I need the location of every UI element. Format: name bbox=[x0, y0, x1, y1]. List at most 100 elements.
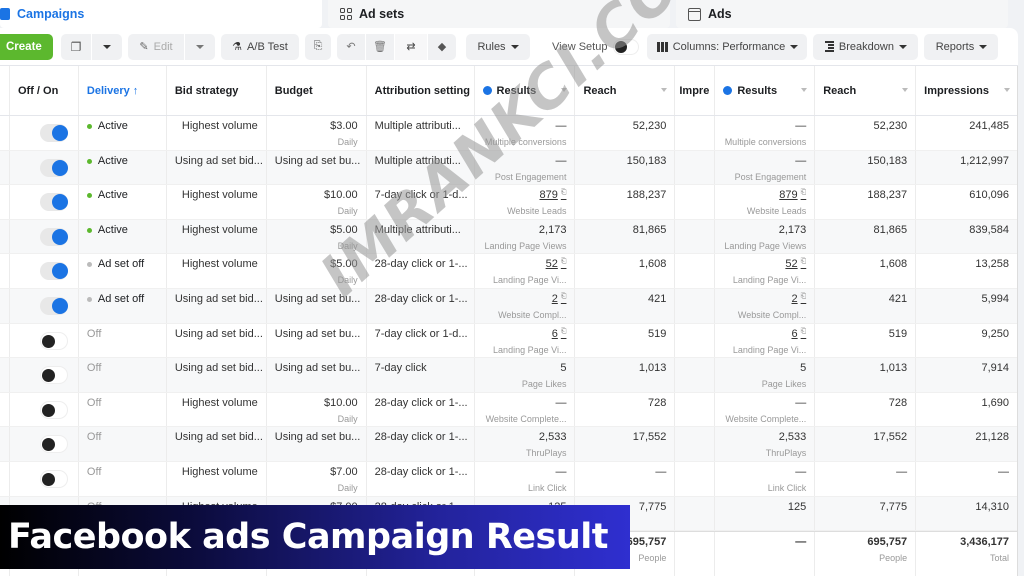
budget-cell[interactable]: $3.00 Daily bbox=[267, 116, 367, 150]
results-value[interactable]: 879 ⎗ bbox=[483, 189, 566, 201]
sort-caret-icon[interactable] bbox=[661, 88, 668, 92]
results-cell: 2,173 Landing Page Views bbox=[475, 219, 576, 254]
results-cell-2[interactable]: 52 ⎗ Landing Page Vi... bbox=[715, 254, 816, 288]
duplicate-button[interactable]: ❐ bbox=[61, 33, 91, 60]
budget-cell[interactable]: $7.00 Daily bbox=[267, 461, 367, 496]
tab-ad-sets[interactable]: Ad sets bbox=[328, 0, 670, 28]
col-header-impressions[interactable]: Impressions bbox=[916, 66, 1017, 115]
table-row[interactable]: Off Using ad set bid... Using ad set bu.… bbox=[0, 358, 1017, 393]
budget-cell[interactable]: Using ad set bu... bbox=[267, 150, 367, 185]
results-value-2[interactable]: 879 ⎗ bbox=[723, 189, 806, 201]
table-row[interactable]: Active Using ad set bid... Using ad set … bbox=[0, 150, 1017, 186]
budget-cell[interactable]: Using ad set bu... bbox=[267, 323, 367, 358]
delete-button[interactable]: 🗑 bbox=[366, 33, 394, 60]
row-checkbox[interactable] bbox=[0, 288, 10, 323]
results-cell[interactable]: 52 ⎗ Landing Page Vi... bbox=[475, 254, 576, 288]
col-header-impressions-partial[interactable]: Impre bbox=[675, 66, 716, 115]
row-checkbox[interactable] bbox=[0, 185, 10, 219]
create-button[interactable]: Create bbox=[0, 33, 53, 60]
edit-dropdown-button[interactable] bbox=[185, 33, 215, 60]
col-header-toggle[interactable]: Off / On bbox=[10, 66, 79, 115]
budget-cell[interactable]: Using ad set bu... bbox=[267, 427, 367, 461]
clipboard-button[interactable]: ⎘ bbox=[305, 33, 331, 60]
col-header-reach[interactable]: Reach bbox=[575, 66, 676, 115]
on-off-toggle[interactable] bbox=[39, 158, 68, 177]
results-cell[interactable]: 879 ⎗ Website Leads bbox=[475, 185, 576, 219]
view-setup-toggle[interactable] bbox=[613, 38, 640, 55]
budget-cell[interactable]: $10.00 Daily bbox=[267, 392, 367, 427]
col-header-bid-strategy[interactable]: Bid strategy bbox=[167, 66, 267, 115]
budget-cell[interactable]: Using ad set bu... bbox=[267, 358, 367, 392]
budget-cell[interactable]: $5.00 Daily bbox=[267, 254, 367, 288]
row-checkbox[interactable] bbox=[0, 323, 10, 358]
table-row[interactable]: Off Highest volume $10.00 Daily 28-day cl… bbox=[0, 392, 1017, 428]
results-cell-2[interactable]: 6 ⎗ Landing Page Vi... bbox=[715, 323, 816, 358]
on-off-toggle[interactable] bbox=[39, 193, 68, 212]
tab-ads[interactable]: Ads bbox=[676, 0, 1008, 28]
row-checkbox[interactable] bbox=[0, 461, 10, 496]
tab-campaigns[interactable]: Campaigns bbox=[0, 0, 322, 28]
col-header-delivery[interactable]: Delivery ↑ bbox=[79, 66, 167, 115]
results-cell-2[interactable]: 2 ⎗ Website Compl... bbox=[715, 288, 816, 323]
results-value[interactable]: 52 ⎗ bbox=[483, 258, 567, 270]
results-value-2[interactable]: 6 ⎗ bbox=[723, 328, 807, 340]
on-off-toggle[interactable] bbox=[39, 400, 68, 419]
row-checkbox[interactable] bbox=[0, 150, 10, 185]
breakdown-button[interactable]: Breakdown bbox=[813, 33, 919, 60]
status-text: Off bbox=[86, 431, 102, 444]
results-value[interactable]: 2 ⎗ bbox=[483, 293, 567, 305]
on-off-toggle[interactable] bbox=[39, 469, 68, 488]
col-header-budget[interactable]: Budget bbox=[267, 66, 367, 115]
on-off-toggle[interactable] bbox=[39, 262, 68, 281]
on-off-toggle[interactable] bbox=[39, 124, 68, 142]
sort-caret-icon[interactable] bbox=[801, 88, 808, 92]
sort-caret-icon[interactable] bbox=[1004, 88, 1011, 92]
table-row[interactable]: Ad set off Using ad set bid... Using ad … bbox=[0, 288, 1017, 324]
budget-cell[interactable]: Using ad set bu... bbox=[267, 288, 367, 323]
col-header-reach-2[interactable]: Reach bbox=[815, 66, 917, 115]
on-off-toggle[interactable] bbox=[39, 296, 68, 315]
results-value: 2,173 bbox=[483, 224, 567, 236]
row-checkbox[interactable] bbox=[0, 392, 10, 427]
table-row[interactable]: Off Highest volume $7.00 Daily 28-day cli… bbox=[0, 461, 1017, 497]
reports-button[interactable]: Reports bbox=[924, 33, 999, 60]
columns-button[interactable]: Columns: Performance bbox=[647, 33, 808, 60]
edit-button[interactable]: ✎ Edit bbox=[128, 33, 184, 60]
results-value[interactable]: 6 ⎗ bbox=[483, 328, 567, 340]
select-all-checkbox[interactable] bbox=[0, 66, 10, 115]
row-checkbox[interactable] bbox=[0, 116, 10, 150]
col-header-results-2[interactable]: Results bbox=[715, 66, 816, 115]
budget-cell[interactable]: $10.00 Daily bbox=[267, 185, 367, 219]
table-row[interactable]: Active Highest volume $3.00 Daily Multipl… bbox=[0, 116, 1017, 151]
ab-test-button[interactable]: ⚗ A/B Test bbox=[221, 33, 299, 60]
table-row[interactable]: Active Highest volume $5.00 Daily Multipl… bbox=[0, 219, 1017, 255]
undo-button[interactable]: ↶ bbox=[337, 33, 365, 60]
col-header-results[interactable]: Results bbox=[475, 66, 576, 115]
sort-caret-icon[interactable] bbox=[902, 88, 909, 92]
row-checkbox[interactable] bbox=[0, 427, 10, 461]
on-off-toggle[interactable] bbox=[39, 227, 68, 246]
on-off-toggle[interactable] bbox=[39, 331, 68, 350]
table-row[interactable]: Active Highest volume $10.00 Daily 7-day … bbox=[0, 185, 1017, 220]
duplicate-dropdown-button[interactable] bbox=[92, 33, 122, 60]
table-row[interactable]: Off Using ad set bid... Using ad set bu.… bbox=[0, 323, 1017, 359]
results-type: Multiple conversions bbox=[484, 137, 567, 147]
results-cell-2[interactable]: 879 ⎗ Website Leads bbox=[715, 185, 816, 219]
on-off-toggle[interactable] bbox=[39, 366, 68, 385]
row-checkbox[interactable] bbox=[0, 358, 10, 392]
row-checkbox[interactable] bbox=[0, 219, 10, 254]
on-off-toggle[interactable] bbox=[39, 435, 68, 454]
sort-caret-icon[interactable] bbox=[561, 88, 568, 92]
tag-button[interactable]: ◆ bbox=[428, 33, 456, 60]
col-header-attribution[interactable]: Attribution setting bbox=[367, 66, 475, 115]
row-checkbox[interactable] bbox=[0, 254, 10, 288]
results-value-2[interactable]: 2 ⎗ bbox=[723, 293, 807, 305]
export-button[interactable]: ⇄ bbox=[395, 33, 427, 60]
results-cell[interactable]: 6 ⎗ Landing Page Vi... bbox=[475, 323, 576, 358]
table-row[interactable]: Off Using ad set bid... Using ad set bu.… bbox=[0, 427, 1017, 462]
budget-cell[interactable]: $5.00 Daily bbox=[267, 219, 367, 254]
results-cell[interactable]: 2 ⎗ Website Compl... bbox=[475, 288, 576, 323]
results-value-2[interactable]: 52 ⎗ bbox=[723, 258, 806, 270]
table-row[interactable]: Ad set off Highest volume $5.00 Daily 28-… bbox=[0, 254, 1017, 289]
rules-button[interactable]: Rules bbox=[466, 33, 530, 60]
